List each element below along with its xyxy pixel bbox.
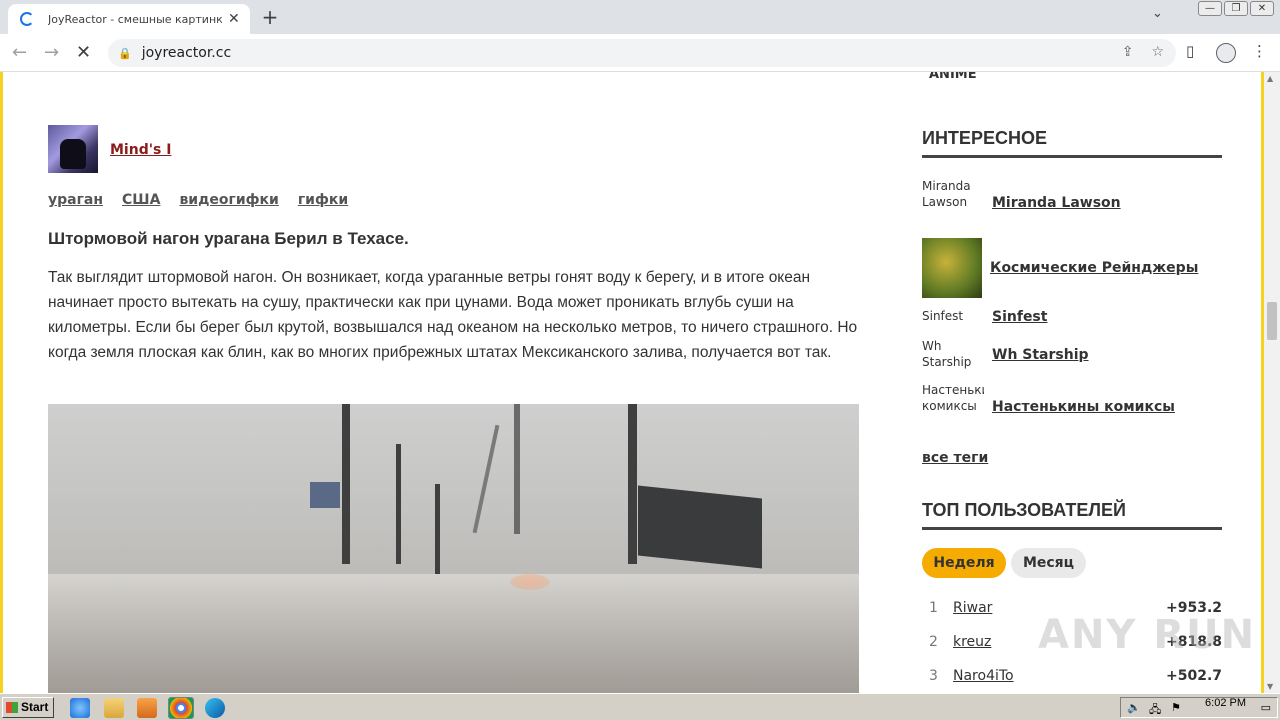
all-tags-link[interactable]: все теги [922,450,988,466]
user-rank: 3 [929,668,938,684]
scroll-up-arrow-icon[interactable]: ▲ [1267,74,1273,83]
new-tab-button[interactable]: + [258,5,282,29]
chrome-icon[interactable] [168,697,194,719]
edge-icon[interactable] [205,698,225,718]
pole [472,424,500,534]
tag-link[interactable]: ураган [48,192,103,208]
tag-link[interactable]: гифки [298,192,348,208]
browser-tab[interactable]: JoyReactor - смешные картинки и ✕ [8,4,250,34]
scroll-down-arrow-icon[interactable]: ▼ [1267,682,1273,691]
tag-thumbnail[interactable]: Wh Starship [922,338,984,372]
user-link[interactable]: Riwar [953,600,992,616]
sidebar-anime-label[interactable]: ANIME [929,72,977,82]
interesting-link[interactable]: Miranda Lawson [992,195,1121,211]
top-users-heading: ТОП ПОЛЬЗОВАТЕЛЕЙ [922,500,1222,530]
interesting-item[interactable]: Miranda Lawson Miranda Lawson [922,178,1121,228]
start-label: Start [21,700,49,714]
storm-water [48,574,859,693]
pole [396,444,401,564]
network-icon[interactable]: 🖧 [1149,701,1161,720]
tag-thumbnail[interactable] [922,238,982,298]
share-icon[interactable]: ⇪ [1122,44,1134,60]
interesting-link[interactable]: Wh Starship [992,347,1089,363]
browser-tab-strip: JoyReactor - смешные картинки и ✕ + ⌄ — … [0,0,1280,34]
system-tray: 🔈 🖧 ⚑ ▭ [1120,697,1278,718]
user-link[interactable]: kreuz [953,634,991,650]
tab-month[interactable]: Месяц [1011,548,1086,578]
tab-close-icon[interactable]: ✕ [228,11,240,27]
internet-explorer-icon[interactable] [70,698,90,718]
post-title: Штормовой нагон урагана Берил в Техасе. [48,229,409,248]
user-rank: 1 [929,600,938,616]
tag-thumbnail[interactable]: Настенькины комиксы [922,382,984,432]
road-sign [310,482,340,508]
page-viewport: Mind's I ураган США видеогифки гифки Што… [0,72,1280,693]
interesting-item[interactable]: Sinfest Sinfest [922,308,1047,326]
url-text[interactable]: joyreactor.cc [142,45,231,61]
post-tags: ураган США видеогифки гифки [48,192,348,208]
pole [514,404,520,534]
interesting-link[interactable]: Sinfest [992,309,1047,325]
loading-spinner-icon [20,12,34,26]
billboard-sign [638,485,762,569]
interesting-link[interactable]: Космические Рейнджеры [990,260,1198,276]
interesting-item[interactable]: Настенькины комиксы Настенькины комиксы [922,382,1175,432]
scrollbar-thumb[interactable] [1267,302,1277,340]
back-arrow-icon[interactable]: ← [12,42,27,63]
taskbar-clock[interactable]: 6:02 PM [1205,697,1246,709]
page-scrollbar[interactable]: ▲ ▼ [1264,72,1280,693]
windows-taskbar: Start 🔈 🖧 ⚑ ▭ 6:02 PM [0,693,1280,720]
user-score: +502.7 [1165,668,1222,684]
user-rank: 2 [929,634,938,650]
tag-link[interactable]: США [122,192,160,208]
author-avatar[interactable] [48,125,98,173]
close-window-button[interactable]: ✕ [1250,1,1274,16]
tab-week[interactable]: Неделя [922,548,1006,578]
side-panel-icon[interactable]: ▯ [1186,42,1194,60]
minimize-button[interactable]: — [1198,1,1222,16]
stop-loading-icon[interactable]: ✕ [76,42,91,63]
author-link[interactable]: Mind's I [110,142,171,158]
volume-icon[interactable]: 🔈 [1127,701,1141,714]
windows-logo-icon [6,702,18,713]
tag-link[interactable]: видеогифки [179,192,278,208]
menu-kebab-icon[interactable]: ⋮ [1252,42,1267,60]
user-row: 3 Naro4iTo +502.7 [922,668,1222,692]
post-body: Так выглядит штормовой нагон. Он возника… [48,269,858,361]
post-gif-image[interactable] [48,404,859,693]
file-explorer-icon[interactable] [104,698,124,718]
start-button[interactable]: Start [2,697,54,718]
maximize-button[interactable]: ❐ [1224,1,1248,16]
window-controls: — ❐ ✕ [1198,1,1274,16]
pole [435,484,440,574]
interesting-heading: ИНТЕРЕСНОЕ [922,128,1222,158]
tab-title: JoyReactor - смешные картинки и [48,12,222,26]
anyrun-watermark: ANY RUN [1038,612,1257,658]
interesting-link[interactable]: Настенькины комиксы [992,399,1175,415]
browser-toolbar: ← → ✕ 🔒 joyreactor.cc ⇪ ☆ ▯ ⋮ [0,34,1280,72]
forward-arrow-icon[interactable]: → [44,42,59,63]
show-desktop-icon[interactable]: ▭ [1261,701,1271,714]
bookmark-star-icon[interactable]: ☆ [1151,44,1164,60]
left-accent-border [0,72,3,693]
interesting-item[interactable]: Космические Рейнджеры [922,238,1198,298]
flag-notification-icon[interactable]: ⚑ [1171,701,1181,714]
pole [342,404,350,564]
tag-thumbnail[interactable]: Sinfest [922,308,984,326]
tab-search-chevron-icon[interactable]: ⌄ [1152,6,1163,21]
interesting-item[interactable]: Wh Starship Wh Starship [922,338,1089,372]
cat-silhouette-icon [60,139,86,169]
profile-avatar-icon[interactable] [1216,43,1236,63]
lock-icon[interactable]: 🔒 [118,47,132,60]
media-player-icon[interactable] [137,698,157,718]
user-link[interactable]: Naro4iTo [953,668,1014,684]
pole [628,404,637,564]
address-bar[interactable]: 🔒 joyreactor.cc ⇪ ☆ [108,39,1176,67]
tag-thumbnail[interactable]: Miranda Lawson [922,178,984,228]
